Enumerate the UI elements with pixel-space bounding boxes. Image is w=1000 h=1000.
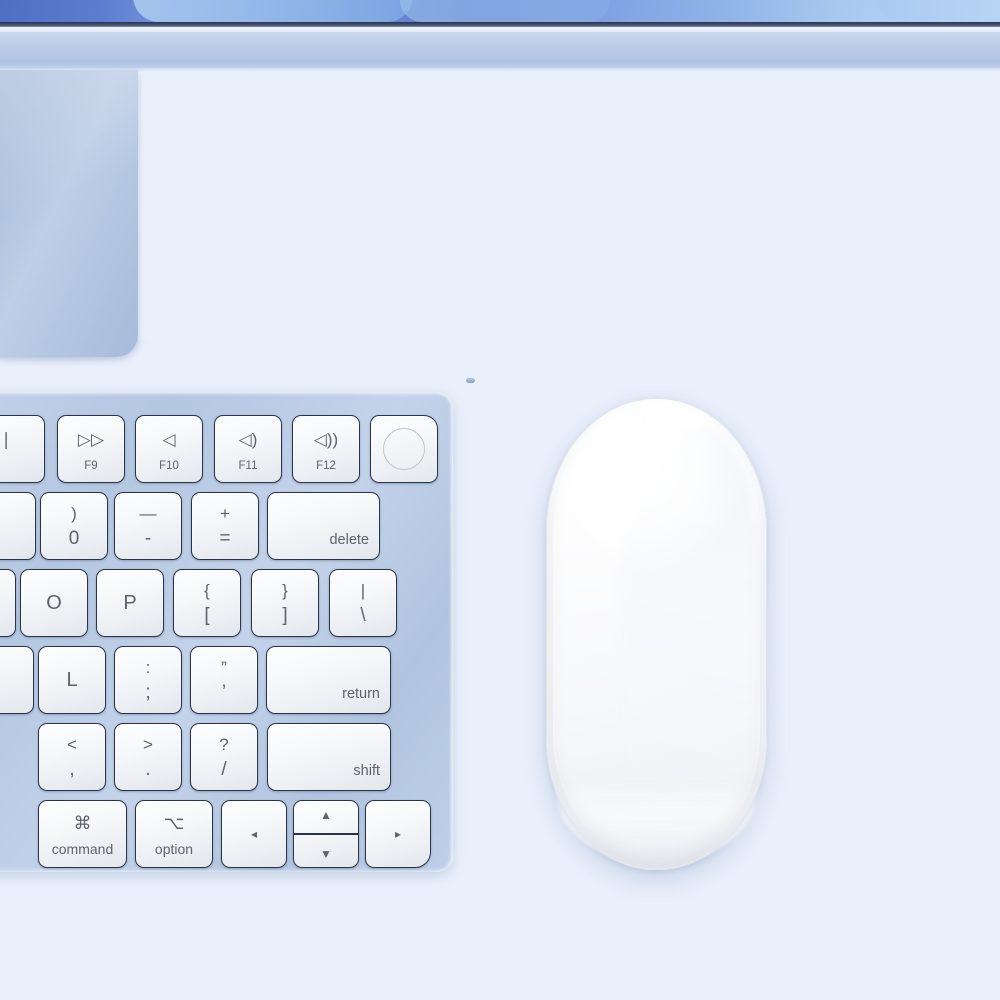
imac-stand (0, 70, 138, 357)
key-p[interactable]: P (96, 569, 164, 637)
arrow-up-icon: ▲ (320, 808, 332, 822)
arrow-down-icon: ▼ (320, 847, 332, 861)
touch-id-button[interactable] (370, 415, 438, 483)
key-delete-label: delete (329, 531, 369, 548)
key-arrow-left[interactable]: ◂ (221, 800, 287, 868)
key-option-label: option (154, 841, 194, 857)
key-equal-lower: = (219, 528, 231, 549)
key-f12-label: F12 (316, 459, 336, 472)
key-delete[interactable]: delete (267, 492, 380, 560)
arrow-left-icon: ◂ (250, 827, 258, 841)
key-quote-lower: ’ (221, 682, 227, 703)
keyboard-status-indicator (466, 378, 475, 383)
key-f9[interactable]: ▷▷ F9 (57, 415, 125, 483)
key-semicolon[interactable]: : ; (114, 646, 182, 714)
key-semicolon-lower: ; (145, 682, 151, 703)
key-period-lower: . (145, 759, 151, 780)
imac-screen-highlight-a (133, 0, 413, 22)
key-minus[interactable]: — - (114, 492, 182, 560)
key-comma-lower: , (69, 759, 75, 780)
key-0[interactable]: ) 0 (40, 492, 108, 560)
key-f10-label: F10 (159, 459, 179, 472)
key-shift-label: shift (353, 762, 380, 779)
volume-down-icon: ◁) (238, 430, 258, 449)
fast-forward-icon: ▷▷ (77, 430, 105, 449)
key-slash-upper: ? (219, 735, 229, 754)
option-icon: ⌥ (163, 813, 185, 833)
key-equal-upper: + (220, 504, 230, 523)
key-0-upper: ) (71, 504, 77, 523)
command-icon: ⌘ (73, 813, 92, 833)
key-bracket-right-lower: ] (282, 605, 288, 626)
key-k[interactable]: K (0, 646, 34, 714)
key-0-lower: 0 (68, 528, 80, 549)
key-backslash-upper: | (360, 581, 366, 600)
key-9[interactable]: ( 9 (0, 492, 36, 560)
key-o-label: O (46, 592, 62, 614)
key-p-label: P (123, 592, 137, 614)
key-l-label: L (66, 669, 78, 691)
magic-mouse[interactable] (546, 398, 770, 986)
key-f11-label: F11 (238, 459, 258, 472)
key-equal[interactable]: + = (191, 492, 259, 560)
arrow-right-icon: ▸ (394, 827, 402, 841)
key-9-lower: 9 (0, 529, 35, 548)
key-l[interactable]: L (38, 646, 106, 714)
imac-screen-highlight-c (875, 0, 1000, 22)
key-bracket-right[interactable]: } ] (251, 569, 319, 637)
key-f11[interactable]: ◁) F11 (214, 415, 282, 483)
key-i-label: I (0, 593, 15, 613)
key-backslash[interactable]: | \ (329, 569, 397, 637)
updown-divider (294, 833, 358, 835)
key-bracket-left-lower: [ (204, 605, 210, 626)
key-slash-lower: / (221, 759, 227, 780)
key-return[interactable]: return (266, 646, 391, 714)
key-bracket-left[interactable]: { [ (173, 569, 241, 637)
key-o[interactable]: O (20, 569, 88, 637)
key-bracket-right-upper: } (282, 581, 288, 600)
key-9-upper: ( (0, 505, 35, 522)
volume-mute-icon: ◁ (162, 430, 176, 449)
touch-id-icon (383, 428, 425, 470)
key-quote-upper: ” (221, 658, 227, 677)
key-period[interactable]: > . (114, 723, 182, 791)
key-i[interactable]: I (0, 569, 16, 637)
key-arrow-updown[interactable]: ▲ ▼ (293, 800, 359, 868)
key-option[interactable]: ⌥ option (135, 800, 213, 868)
key-minus-lower: - (144, 528, 152, 549)
key-bracket-left-upper: { (204, 581, 210, 600)
key-k-label: K (0, 670, 33, 690)
key-f9-label: F9 (84, 459, 98, 472)
play-pause-icon: ▷❘❘ (0, 430, 14, 449)
key-command[interactable]: ⌘ command (38, 800, 127, 868)
key-comma[interactable]: < , (38, 723, 106, 791)
imac-screen-highlight-b (400, 0, 610, 22)
imac-chin-bottom-edge (0, 68, 1000, 72)
imac-stand-sheen (0, 70, 138, 357)
volume-up-icon: ◁)) (313, 430, 339, 449)
imac-chin (0, 32, 1000, 70)
key-minus-upper: — (139, 504, 157, 523)
imac-screen-edge (0, 0, 1000, 22)
key-semicolon-upper: : (145, 658, 151, 677)
key-command-label: command (51, 841, 114, 857)
key-shift[interactable]: shift (267, 723, 391, 791)
key-arrow-right[interactable]: ▸ (365, 800, 431, 868)
key-f10[interactable]: ◁ F10 (135, 415, 203, 483)
magic-keyboard: ▷❘❘ F8 ▷▷ F9 ◁ F10 ◁) F11 ◁)) F12 ( 9 ) (0, 392, 453, 872)
key-f8[interactable]: ▷❘❘ F8 (0, 415, 45, 483)
key-comma-upper: < (67, 735, 77, 754)
key-period-upper: > (143, 735, 153, 754)
key-backslash-lower: \ (360, 605, 366, 626)
key-f12[interactable]: ◁)) F12 (292, 415, 360, 483)
key-f8-label: F8 (0, 461, 44, 473)
product-photo-scene: ▷❘❘ F8 ▷▷ F9 ◁ F10 ◁) F11 ◁)) F12 ( 9 ) (0, 0, 1000, 1000)
key-slash[interactable]: ? / (190, 723, 258, 791)
key-quote[interactable]: ” ’ (190, 646, 258, 714)
key-return-label: return (342, 685, 380, 702)
